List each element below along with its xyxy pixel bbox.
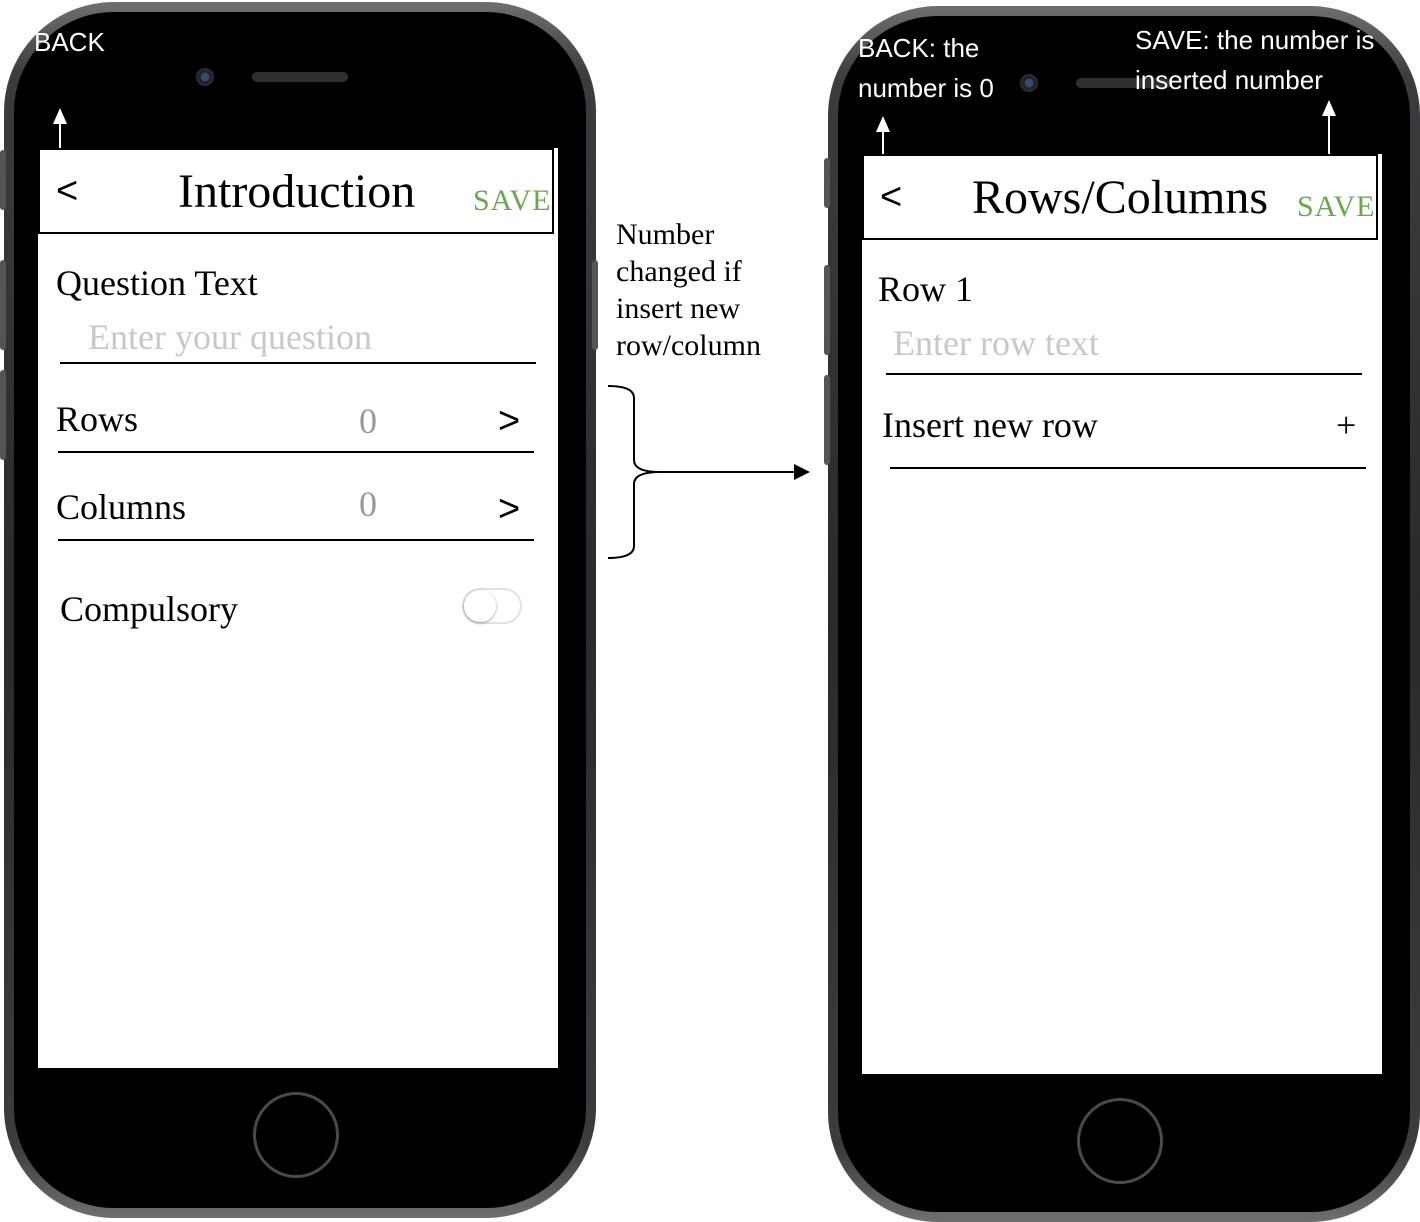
annotation-arrows bbox=[53, 100, 1336, 559]
brace bbox=[607, 385, 661, 559]
